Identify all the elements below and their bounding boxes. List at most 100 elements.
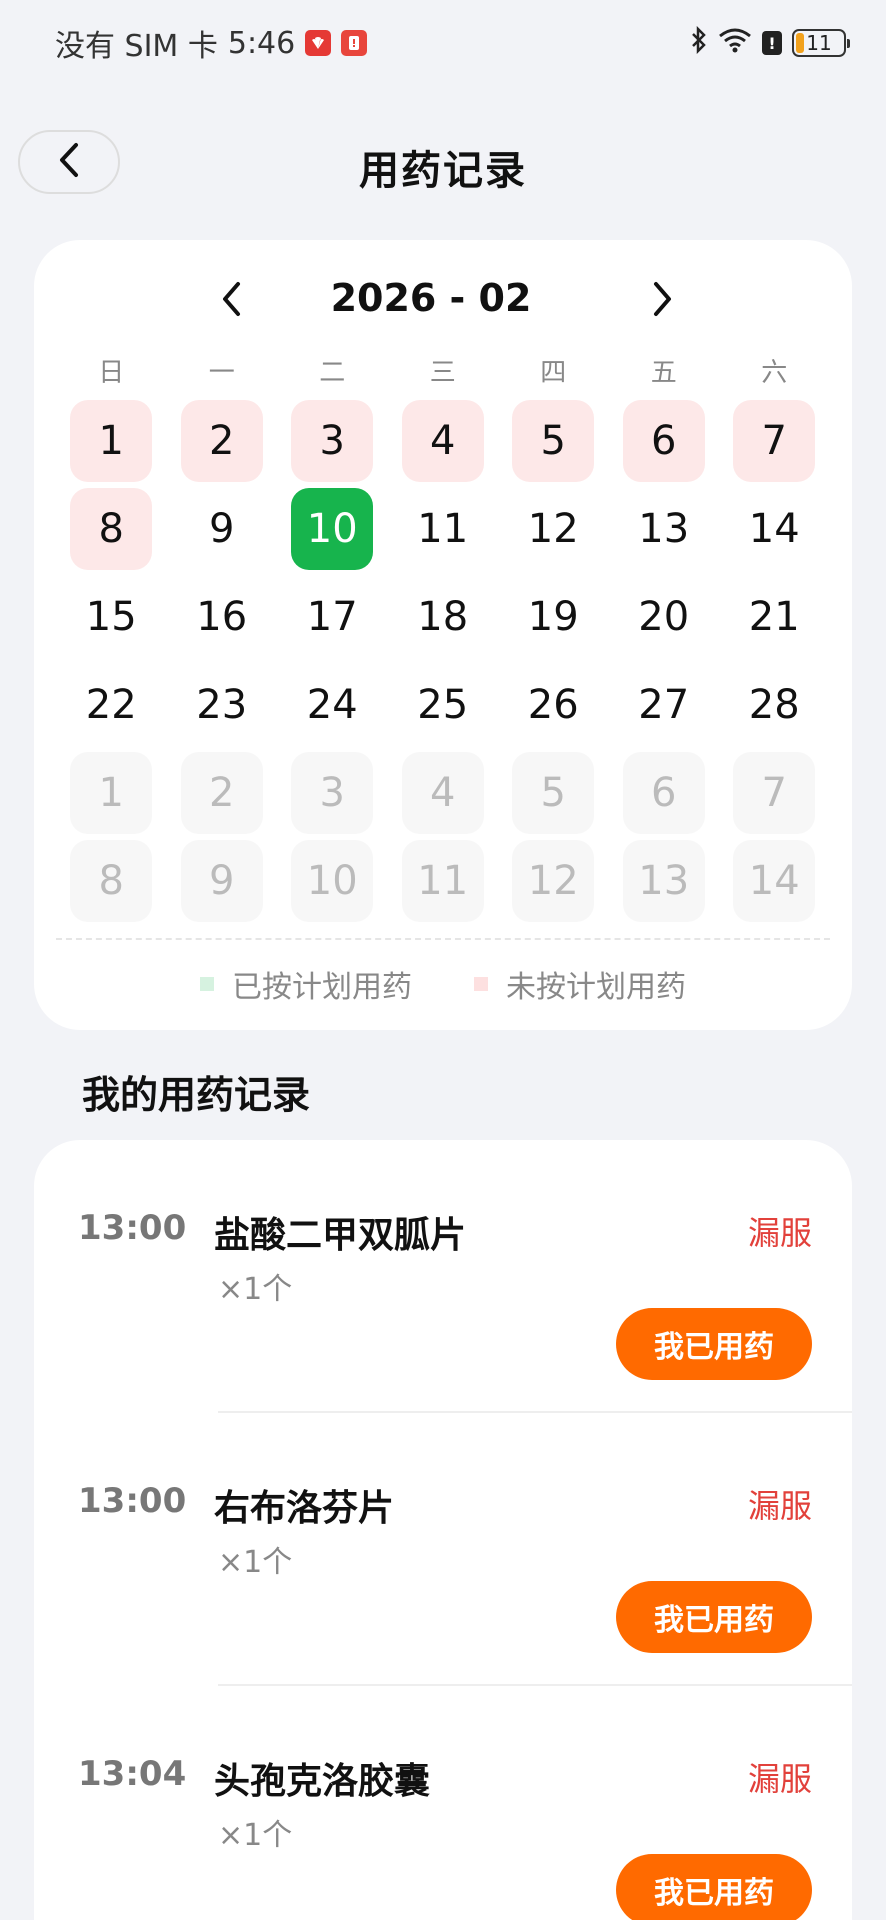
- carrier-label: 没有 SIM 卡: [55, 29, 218, 64]
- alert-icon: !: [762, 31, 782, 55]
- battery-icon: 11: [792, 29, 850, 57]
- calendar-day[interactable]: 14: [733, 488, 815, 570]
- calendar-day[interactable]: 23: [181, 664, 263, 746]
- calendar-day[interactable]: 17: [291, 576, 373, 658]
- calendar-day[interactable]: 21: [733, 576, 815, 658]
- calendar-day-cell: 4: [388, 400, 499, 488]
- calendar-day-cell: 25: [388, 664, 499, 752]
- record-item: 13:04 头孢克洛胶囊 ×1个 漏服 我已用药: [34, 1686, 852, 1920]
- calendar-day-cell: 14: [719, 840, 830, 928]
- calendar-day[interactable]: 4: [401, 400, 484, 482]
- record-time: 13:00: [78, 1208, 187, 1248]
- calendar-day-cell: 27: [609, 664, 720, 752]
- calendar-day[interactable]: 8: [70, 840, 153, 922]
- calendar-day[interactable]: 9: [180, 840, 263, 922]
- calendar-day-cell: 9: [167, 840, 278, 928]
- calendar-nav: 2026 - 02: [34, 270, 852, 330]
- calendar-day-cell: 10: [277, 488, 388, 576]
- header: 用药记录: [0, 120, 886, 204]
- calendar-day-cell: 11: [388, 488, 499, 576]
- calendar-day[interactable]: 11: [401, 840, 484, 922]
- taken-medicine-button[interactable]: 我已用药: [616, 1854, 812, 1920]
- battery-level: 11: [806, 31, 832, 55]
- calendar-day[interactable]: 15: [70, 576, 152, 658]
- calendar-day-cell: 14: [719, 488, 830, 576]
- legend-taken-label: 已按计划用药: [232, 970, 412, 1005]
- calendar-day[interactable]: 19: [512, 576, 594, 658]
- calendar-day[interactable]: 18: [402, 576, 484, 658]
- calendar-day[interactable]: 12: [512, 840, 595, 922]
- calendar-day[interactable]: 2: [180, 752, 263, 834]
- calendar-day[interactable]: 7: [733, 400, 816, 482]
- calendar-day-cell: 24: [277, 664, 388, 752]
- calendar-day[interactable]: 6: [622, 752, 705, 834]
- calendar-day[interactable]: 28: [733, 664, 815, 746]
- calendar-day-cell: 12: [498, 488, 609, 576]
- record-time: 13:04: [78, 1754, 187, 1794]
- calendar-day[interactable]: 7: [733, 752, 816, 834]
- calendar-day[interactable]: 27: [623, 664, 705, 746]
- page-title: 用药记录: [359, 148, 527, 194]
- calendar-day[interactable]: 26: [512, 664, 594, 746]
- calendar-day[interactable]: 5: [512, 400, 595, 482]
- taken-medicine-button[interactable]: 我已用药: [616, 1581, 812, 1653]
- calendar-legend: 已按计划用药 未按计划用药: [34, 962, 852, 1006]
- calendar-day-cell: 20: [609, 576, 720, 664]
- calendar-grid: 1 2 3 4 5 6 7 8 9 10 11 12 13 14 15 16 17 18 19 20 21 22 23 24 2…: [56, 400, 830, 928]
- calendar-day[interactable]: 13: [623, 488, 705, 570]
- calendar-day[interactable]: 4: [401, 752, 484, 834]
- weekday-header: 日 一 二 三 四 五 六: [56, 352, 830, 389]
- calendar-day-cell: 8: [56, 840, 167, 928]
- calendar-day[interactable]: 10: [291, 840, 374, 922]
- calendar-day[interactable]: 14: [733, 840, 816, 922]
- calendar-day[interactable]: 2: [180, 400, 263, 482]
- calendar-day-cell: 3: [277, 752, 388, 840]
- calendar-day-cell: 13: [609, 488, 720, 576]
- calendar-day-cell: 7: [719, 752, 830, 840]
- calendar-day[interactable]: 5: [512, 752, 595, 834]
- calendar-day[interactable]: 12: [512, 488, 594, 570]
- calendar-day[interactable]: 20: [623, 576, 705, 658]
- record-quantity: ×1个: [218, 1272, 293, 1307]
- calendar-day-cell: 16: [167, 576, 278, 664]
- taken-medicine-button[interactable]: 我已用药: [616, 1308, 812, 1380]
- calendar-day[interactable]: 11: [402, 488, 484, 570]
- calendar-day-cell: 10: [277, 840, 388, 928]
- huawei-app-icon: [305, 30, 332, 56]
- records-title: 我的用药记录: [82, 1073, 311, 1117]
- legend-taken-swatch: [200, 977, 214, 991]
- calendar-day-cell: 21: [719, 576, 830, 664]
- calendar-day[interactable]: 1: [70, 400, 153, 482]
- record-name: 右布洛芬片: [214, 1488, 395, 1529]
- calendar-day-cell: 1: [56, 752, 167, 840]
- calendar-day[interactable]: 16: [181, 576, 263, 658]
- calendar-day-cell: 28: [719, 664, 830, 752]
- calendar-day-cell: 19: [498, 576, 609, 664]
- calendar-day[interactable]: 13: [622, 840, 705, 922]
- weekday-label: 五: [650, 358, 677, 388]
- calendar-divider: [56, 938, 830, 940]
- calendar-day-cell: 15: [56, 576, 167, 664]
- calendar-day[interactable]: 3: [291, 400, 374, 482]
- next-month-button[interactable]: [637, 276, 687, 326]
- calendar-day-today[interactable]: 10: [291, 488, 374, 570]
- calendar-day[interactable]: 9: [181, 488, 263, 570]
- calendar-day[interactable]: 25: [402, 664, 484, 746]
- calendar-day-cell: 5: [498, 400, 609, 488]
- calendar-day[interactable]: 24: [291, 664, 373, 746]
- calendar-month: 2026 - 02: [330, 276, 532, 320]
- records-card: 13:00 盐酸二甲双胍片 ×1个 漏服 我已用药 13:00 右布洛芬片 ×1…: [34, 1140, 852, 1920]
- status-bar: 没有 SIM 卡 5:46 ! 11: [0, 0, 886, 86]
- calendar-day[interactable]: 22: [70, 664, 152, 746]
- calendar-day[interactable]: 1: [70, 752, 153, 834]
- bluetooth-icon: [690, 25, 708, 60]
- record-status: 漏服: [747, 1487, 812, 1525]
- calendar-day[interactable]: 6: [622, 400, 705, 482]
- calendar-card: 2026 - 02 日 一 二 三 四 五 六 1 2 3 4 5 6 7 8 9 10 11 12 1…: [34, 240, 852, 1030]
- calendar-day[interactable]: 3: [291, 752, 374, 834]
- calendar-day[interactable]: 8: [70, 488, 153, 570]
- calendar-day-cell: 6: [609, 752, 720, 840]
- record-quantity: ×1个: [218, 1545, 293, 1580]
- calendar-day-cell: 13: [609, 840, 720, 928]
- status-left: 没有 SIM 卡 5:46: [55, 21, 368, 65]
